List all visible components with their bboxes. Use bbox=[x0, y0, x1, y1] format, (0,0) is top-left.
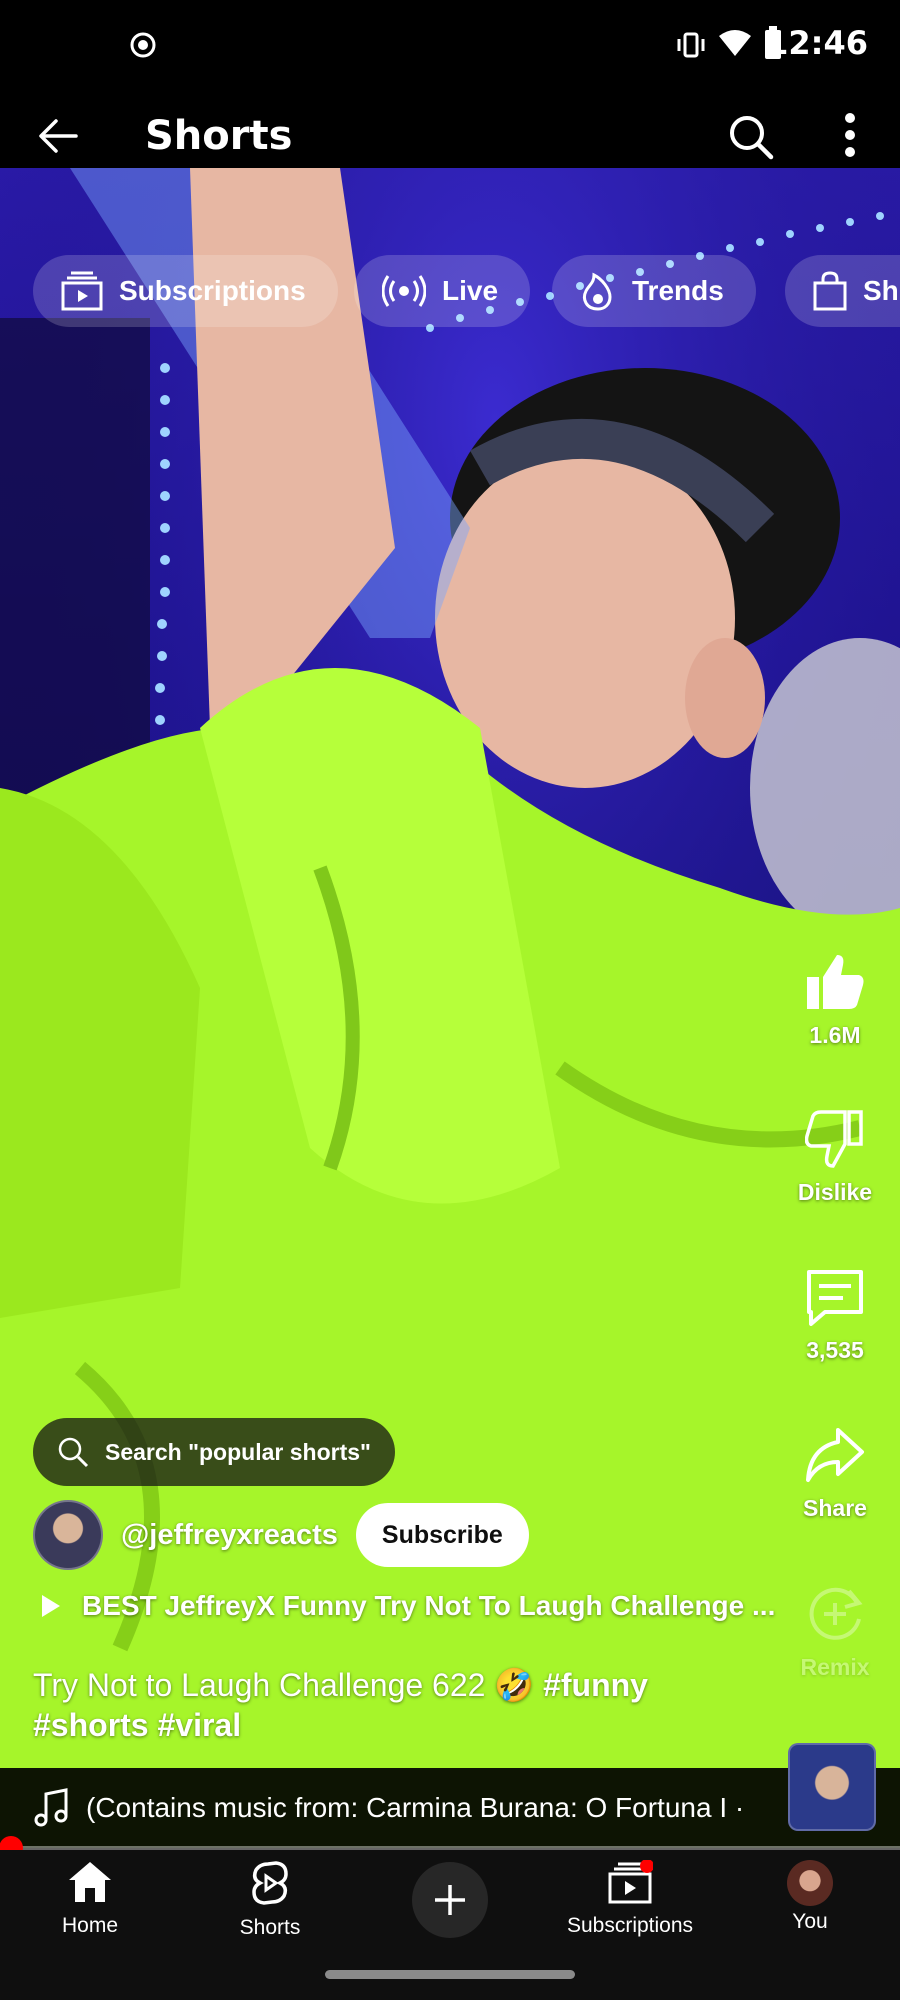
gesture-bar bbox=[325, 1970, 575, 1979]
screen-record-icon bbox=[130, 32, 156, 58]
nav-label: Home bbox=[61, 1914, 119, 1937]
channel-handle[interactable]: @jeffreyxreacts bbox=[121, 1519, 338, 1552]
play-icon bbox=[42, 1595, 60, 1617]
share-icon bbox=[806, 1428, 864, 1482]
dislike-button[interactable]: Dislike bbox=[775, 1110, 895, 1206]
nav-home[interactable]: Home bbox=[20, 1860, 160, 1938]
plus-icon bbox=[435, 1885, 465, 1915]
music-attribution-bar[interactable]: (Contains music from: Carmina Burana: O … bbox=[0, 1768, 900, 1848]
shopping-bag-icon bbox=[813, 271, 847, 311]
chip-subscriptions[interactable]: Subscriptions bbox=[33, 255, 338, 327]
remix-icon bbox=[809, 1587, 863, 1640]
page-title: Shorts bbox=[145, 113, 293, 159]
hashtag-link[interactable]: #viral bbox=[157, 1707, 241, 1743]
live-icon bbox=[382, 275, 426, 307]
chip-label: Live bbox=[442, 275, 499, 306]
nav-subscriptions[interactable]: Subscriptions bbox=[560, 1859, 700, 1938]
back-arrow-icon[interactable] bbox=[38, 118, 78, 154]
comment-icon bbox=[807, 1270, 863, 1326]
video-caption[interactable]: Try Not to Laugh Challenge 622 🤣 #funny … bbox=[33, 1665, 773, 1745]
trending-icon bbox=[583, 272, 612, 311]
nav-label: Shorts bbox=[239, 1916, 301, 1939]
dislike-label: Dislike bbox=[797, 1179, 873, 1205]
comments-button[interactable]: 3,535 bbox=[775, 1268, 895, 1364]
search-suggestion-pill[interactable]: Search "popular shorts" bbox=[33, 1418, 395, 1486]
music-thumbnail[interactable] bbox=[788, 1743, 876, 1831]
vibrate-icon bbox=[677, 32, 705, 58]
playlist-title: BEST JeffreyX Funny Try Not To Laugh Cha… bbox=[82, 1590, 776, 1621]
nav-label: You bbox=[792, 1910, 828, 1933]
caption-text: Try Not to Laugh Challenge 622 🤣 bbox=[33, 1667, 535, 1703]
home-icon bbox=[69, 1862, 111, 1902]
share-label: Share bbox=[803, 1495, 867, 1521]
chip-label: Subscriptions bbox=[119, 275, 306, 306]
hashtag-link[interactable]: #shorts bbox=[33, 1707, 149, 1743]
subscriptions-icon bbox=[608, 1859, 654, 1904]
like-button[interactable]: 1.6M bbox=[775, 953, 895, 1049]
remix-button[interactable]: Remix bbox=[775, 1585, 895, 1681]
channel-row: @jeffreyxreacts Subscribe bbox=[33, 1500, 529, 1570]
channel-avatar[interactable] bbox=[33, 1500, 103, 1570]
search-icon[interactable] bbox=[728, 114, 774, 160]
nav-you[interactable]: You bbox=[740, 1860, 880, 1934]
subscriptions-icon bbox=[61, 271, 103, 311]
hashtag-link[interactable]: #funny bbox=[543, 1667, 648, 1703]
account-avatar bbox=[787, 1860, 833, 1906]
music-note-icon bbox=[34, 1788, 68, 1827]
top-app-bar: Shorts bbox=[0, 88, 900, 168]
comments-count: 3,535 bbox=[806, 1337, 864, 1363]
chip-shopping[interactable]: Sh bbox=[785, 255, 900, 327]
status-bar: 12:46 bbox=[0, 0, 900, 88]
short-video-player[interactable]: Subscriptions Live Trends Sh 1.6M Dislik… bbox=[0, 168, 900, 1848]
more-options-icon[interactable] bbox=[840, 112, 860, 158]
search-suggestion-text: Search "popular shorts" bbox=[105, 1438, 371, 1465]
thumbs-up-icon bbox=[807, 955, 864, 1009]
playlist-link[interactable]: BEST JeffreyX Funny Try Not To Laugh Cha… bbox=[40, 1590, 775, 1622]
shorts-icon bbox=[252, 1861, 288, 1905]
subscribe-button[interactable]: Subscribe bbox=[355, 1503, 529, 1567]
search-icon bbox=[58, 1437, 89, 1468]
notification-dot bbox=[640, 1859, 654, 1873]
nav-label: Subscriptions bbox=[566, 1914, 694, 1937]
chip-label: Sh bbox=[863, 275, 899, 306]
music-text: (Contains music from: Carmina Burana: O … bbox=[86, 1792, 745, 1823]
share-button[interactable]: Share bbox=[775, 1426, 895, 1522]
wifi-icon bbox=[719, 30, 751, 56]
nav-shorts[interactable]: Shorts bbox=[200, 1860, 340, 1940]
remix-label: Remix bbox=[800, 1654, 870, 1680]
chip-label: Trends bbox=[632, 275, 724, 306]
status-time: 12:46 bbox=[766, 24, 868, 62]
chip-live[interactable]: Live bbox=[354, 255, 531, 327]
like-count: 1.6M bbox=[809, 1022, 861, 1048]
create-button[interactable] bbox=[412, 1862, 488, 1938]
thumbs-down-icon bbox=[804, 1110, 863, 1168]
chip-trends[interactable]: Trends bbox=[552, 255, 756, 327]
